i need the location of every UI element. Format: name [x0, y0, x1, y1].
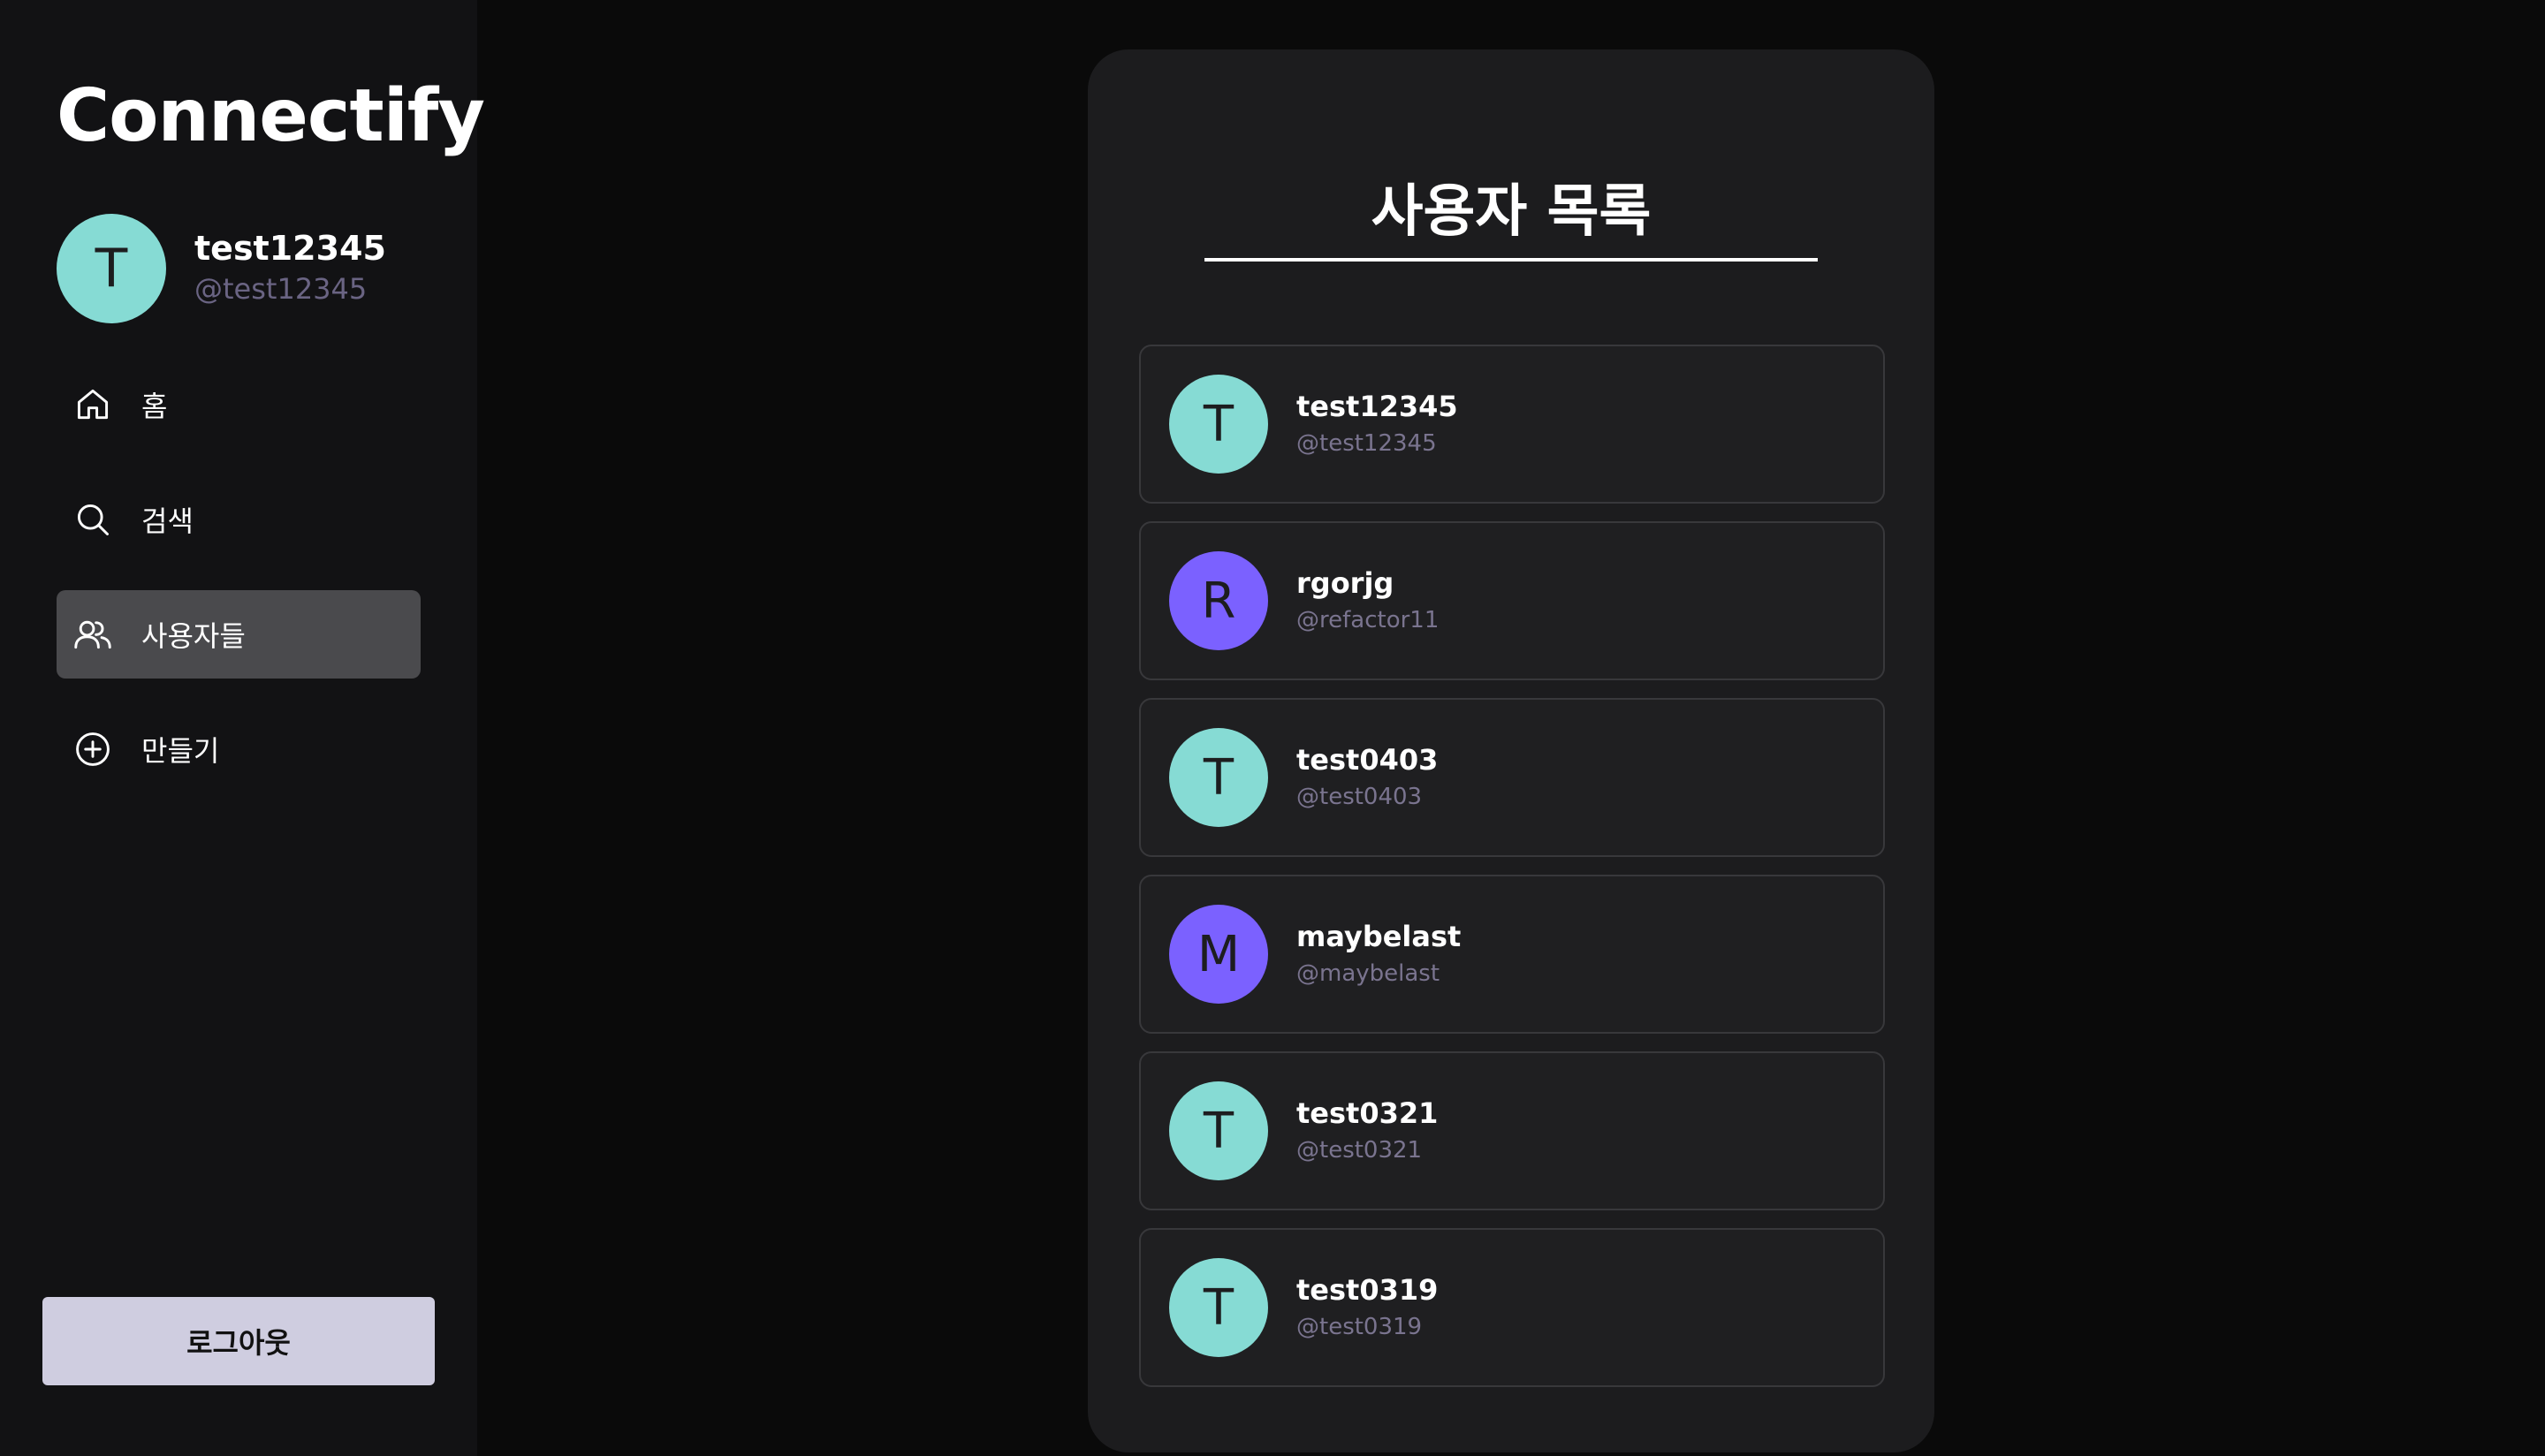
sidebar-item-home[interactable]: 홈: [57, 360, 421, 449]
profile-handle: @test12345: [194, 272, 368, 306]
user-name: rgorjg: [1296, 566, 1394, 600]
user-text: test0403 @test0403: [1296, 740, 1438, 815]
user-text: test0321 @test0321: [1296, 1094, 1438, 1168]
avatar: T: [1169, 1258, 1268, 1357]
user-card[interactable]: T test12345 @test12345: [1139, 345, 1885, 504]
user-name: test0403: [1296, 743, 1439, 777]
user-text: test0319 @test0319: [1296, 1270, 1438, 1345]
user-handle: @test0321: [1296, 1137, 1423, 1164]
user-name: test0319: [1296, 1273, 1439, 1307]
user-list[interactable]: T test12345 @test12345 R rgorjg @refacto…: [1139, 345, 1885, 1429]
users-icon: [72, 614, 113, 655]
search-icon: [72, 499, 113, 540]
logout-button[interactable]: 로그아웃: [42, 1297, 435, 1385]
user-text: test12345 @test12345: [1296, 387, 1458, 461]
avatar: M: [1169, 905, 1268, 1004]
current-user-profile[interactable]: T test12345 @test12345: [57, 214, 386, 323]
app-logo[interactable]: Connectify: [57, 74, 485, 158]
user-name: test0321: [1296, 1096, 1439, 1130]
sidebar-nav: 홈 검색 사용자들 만들기: [57, 360, 421, 820]
user-handle: @test0403: [1296, 784, 1423, 810]
user-text: rgorjg @refactor11: [1296, 564, 1439, 638]
user-list-panel: 사용자 목록 T test12345 @test12345 R rgorjg @…: [1088, 49, 1934, 1452]
sidebar: Connectify T test12345 @test12345 홈 검색 사…: [0, 0, 485, 1456]
home-icon: [72, 384, 113, 425]
user-handle: @maybelast: [1296, 960, 1440, 987]
sidebar-item-search[interactable]: 검색: [57, 475, 421, 564]
page-title: 사용자 목록: [1371, 179, 1652, 245]
user-card[interactable]: R rgorjg @refactor11: [1139, 521, 1885, 680]
sidebar-item-label: 만들기: [141, 734, 220, 768]
sidebar-item-label: 홈: [141, 390, 168, 423]
user-name: maybelast: [1296, 920, 1462, 953]
avatar: T: [57, 214, 166, 323]
sidebar-item-create[interactable]: 만들기: [57, 705, 421, 793]
app-root: Connectify T test12345 @test12345 홈 검색 사…: [0, 0, 2545, 1456]
user-card[interactable]: T test0321 @test0321: [1139, 1051, 1885, 1210]
avatar: T: [1169, 375, 1268, 474]
user-handle: @test0319: [1296, 1314, 1423, 1340]
user-text: maybelast @maybelast: [1296, 917, 1461, 991]
sidebar-item-users[interactable]: 사용자들: [57, 590, 421, 679]
user-handle: @refactor11: [1296, 607, 1440, 633]
profile-text: test12345 @test12345: [194, 228, 386, 309]
avatar: T: [1169, 728, 1268, 827]
user-card[interactable]: M maybelast @maybelast: [1139, 875, 1885, 1034]
user-handle: @test12345: [1296, 430, 1437, 457]
title-divider: [1204, 258, 1818, 262]
user-card[interactable]: T test0403 @test0403: [1139, 698, 1885, 857]
plus-circle-icon: [72, 729, 113, 770]
avatar: R: [1169, 551, 1268, 650]
profile-name: test12345: [194, 229, 386, 268]
sidebar-item-label: 검색: [141, 504, 194, 538]
user-name: test12345: [1296, 390, 1458, 423]
avatar: T: [1169, 1081, 1268, 1180]
sidebar-item-label: 사용자들: [141, 619, 246, 653]
user-card[interactable]: T test0319 @test0319: [1139, 1228, 1885, 1387]
